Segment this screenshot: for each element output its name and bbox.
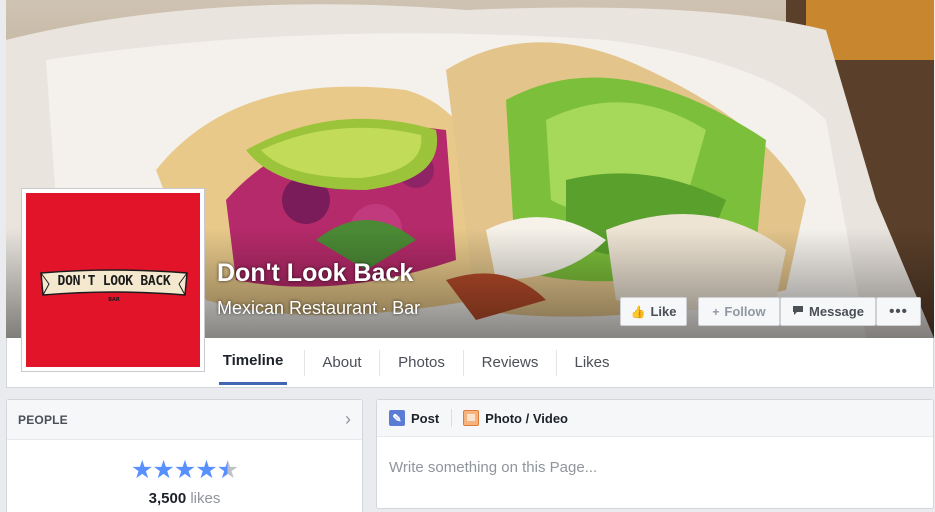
thumbs-up-icon: 👍 bbox=[630, 304, 646, 319]
likes-label: likes bbox=[190, 490, 221, 507]
chevron-right-icon[interactable]: › bbox=[345, 409, 351, 430]
like-button[interactable]: 👍 Like bbox=[620, 297, 687, 326]
profile-logo: DON'T LOOK BACK BAR bbox=[26, 193, 200, 367]
people-card: PEOPLE › ★★★★★ 3,500 likes bbox=[6, 399, 363, 512]
category-separator: · bbox=[381, 298, 388, 318]
pencil-icon: ✎ bbox=[389, 410, 405, 426]
photo-icon bbox=[463, 410, 480, 426]
message-button[interactable]: Message bbox=[780, 297, 876, 326]
message-label: Message bbox=[809, 304, 864, 319]
tab-reviews[interactable]: Reviews bbox=[464, 338, 556, 387]
tab-timeline[interactable]: Timeline bbox=[219, 338, 287, 385]
plus-icon: + bbox=[712, 304, 720, 319]
category-secondary: Bar bbox=[392, 298, 421, 318]
composer-header: ✎ Post Photo / Video bbox=[377, 400, 933, 437]
post-composer: ✎ Post Photo / Video bbox=[376, 399, 934, 509]
tab-likes[interactable]: Likes bbox=[557, 338, 627, 387]
star-rating: ★★★★★ bbox=[7, 455, 362, 485]
people-title: PEOPLE bbox=[18, 412, 68, 427]
page-category: Mexican Restaurant · Bar bbox=[217, 298, 420, 319]
tab-about[interactable]: About bbox=[305, 338, 379, 387]
post-tab-label: Post bbox=[411, 410, 440, 426]
star-icon: ★ bbox=[130, 456, 153, 484]
likes-count: 3,500 bbox=[148, 490, 187, 507]
write-post-input[interactable] bbox=[377, 437, 933, 497]
star-icon: ★ bbox=[152, 456, 174, 484]
category-primary: Mexican Restaurant bbox=[217, 298, 378, 318]
photo-video-tab-label: Photo / Video bbox=[485, 410, 568, 426]
follow-button[interactable]: + Follow bbox=[698, 297, 780, 326]
photo-video-tab[interactable]: Photo / Video bbox=[463, 410, 580, 426]
logo-text: DON'T LOOK BACK bbox=[57, 274, 171, 289]
like-label: Like bbox=[650, 304, 677, 319]
more-options-button[interactable]: ••• bbox=[876, 297, 921, 326]
profile-picture[interactable]: DON'T LOOK BACK BAR bbox=[21, 188, 205, 372]
page-title: Don't Look Back bbox=[217, 259, 414, 287]
star-icon: ★ bbox=[195, 456, 217, 484]
logo-subtext: BAR bbox=[108, 297, 120, 303]
likes-summary: 3,500 likes bbox=[7, 490, 362, 507]
post-tab[interactable]: ✎ Post bbox=[389, 410, 451, 426]
half-star-icon: ★ bbox=[216, 456, 239, 484]
star-icon: ★ bbox=[173, 456, 196, 484]
people-header[interactable]: PEOPLE › bbox=[7, 400, 362, 440]
composer-divider bbox=[451, 409, 453, 427]
follow-label: Follow bbox=[724, 304, 766, 319]
tab-photos[interactable]: Photos bbox=[380, 338, 463, 387]
message-icon bbox=[792, 305, 804, 319]
